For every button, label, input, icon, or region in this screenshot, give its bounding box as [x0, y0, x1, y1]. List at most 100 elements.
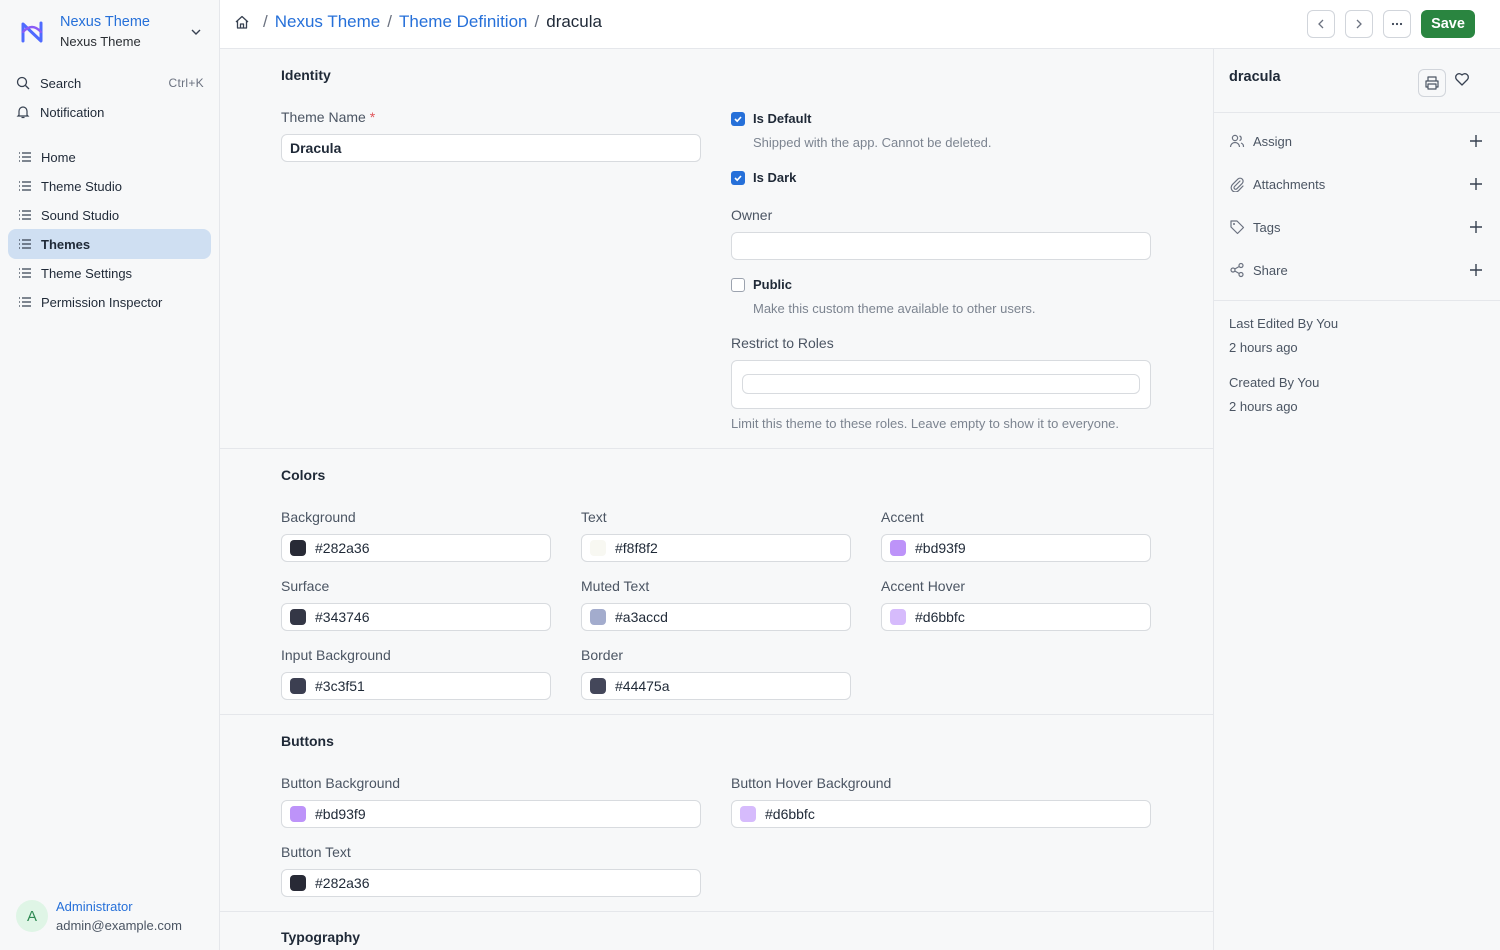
section-title: Buttons [281, 733, 334, 749]
color-value: #343746 [315, 609, 370, 625]
sidebar-item-theme-studio[interactable]: Theme Studio [8, 171, 211, 201]
home-icon[interactable] [234, 14, 250, 30]
button-hover-background-color-input[interactable]: #d6bbfc [731, 800, 1151, 828]
user-menu[interactable]: A Administrator admin@example.com [16, 897, 182, 935]
sidebar-item-permission-inspector[interactable]: Permission Inspector [8, 287, 211, 317]
sidebar-item-theme-settings[interactable]: Theme Settings [8, 258, 211, 288]
color-value: #bd93f9 [915, 540, 966, 556]
created-info: Created By You 2 hours ago [1229, 371, 1319, 419]
printer-icon [1425, 76, 1439, 90]
avatar: A [16, 900, 48, 932]
plus-icon[interactable] [1469, 134, 1483, 148]
brand-subtitle: Nexus Theme [60, 34, 141, 49]
surface-color-input[interactable]: #343746 [281, 603, 551, 631]
typography-section: Typography [220, 912, 1213, 950]
accent-hover-color-input[interactable]: #d6bbfc [881, 603, 1151, 631]
public-checkbox[interactable]: Public [731, 277, 792, 292]
color-swatch[interactable] [890, 540, 906, 556]
next-button[interactable] [1345, 10, 1373, 38]
color-swatch[interactable] [290, 875, 306, 891]
roles-multiselect[interactable] [731, 360, 1151, 409]
share-label: Share [1253, 262, 1288, 278]
chevron-left-icon [1318, 19, 1324, 29]
color-value: #44475a [615, 678, 670, 694]
button-text-color-input[interactable]: #282a36 [281, 869, 701, 897]
color-value: #282a36 [315, 540, 370, 556]
color-swatch[interactable] [290, 609, 306, 625]
color-swatch[interactable] [290, 540, 306, 556]
theme-name-value: Dracula [290, 140, 342, 156]
sidebar-item-themes[interactable]: Themes [8, 229, 211, 259]
tag-icon [1230, 220, 1245, 235]
sidebar-item-label: Permission Inspector [41, 294, 163, 310]
save-button[interactable]: Save [1421, 10, 1475, 38]
theme-name-input[interactable]: Dracula [281, 134, 701, 162]
created-label: Created By You [1229, 375, 1320, 390]
breadcrumb-separator: / [387, 12, 392, 31]
breadcrumb: / Nexus Theme / Theme Definition / dracu… [234, 12, 602, 32]
muted-text-label: Muted Text [581, 578, 650, 594]
search-shortcut: Ctrl+K [168, 76, 204, 90]
color-swatch[interactable] [740, 806, 756, 822]
color-swatch[interactable] [590, 540, 606, 556]
accent-color-input[interactable]: #bd93f9 [881, 534, 1151, 562]
topbar: / Nexus Theme / Theme Definition / dracu… [220, 0, 1500, 49]
bell-icon [16, 106, 30, 119]
check-icon [734, 115, 742, 122]
button-background-label: Button Background [281, 775, 401, 791]
color-swatch[interactable] [590, 678, 606, 694]
plus-icon[interactable] [1469, 177, 1483, 191]
plus-icon[interactable] [1469, 263, 1483, 277]
plus-icon[interactable] [1469, 220, 1483, 234]
breadcrumb-theme-definition[interactable]: Theme Definition [399, 12, 528, 32]
color-swatch[interactable] [290, 806, 306, 822]
is-default-checkbox[interactable]: Is Default [731, 111, 812, 126]
color-value: #bd93f9 [315, 806, 366, 822]
heart-icon[interactable] [1454, 71, 1470, 87]
button-background-color-input[interactable]: #bd93f9 [281, 800, 701, 828]
breadcrumb-current: dracula [546, 12, 602, 31]
list-icon [19, 239, 31, 249]
owner-label: Owner [731, 207, 773, 223]
color-swatch[interactable] [890, 609, 906, 625]
sidebar-item-home[interactable]: Home [8, 142, 211, 172]
divider [1214, 300, 1500, 301]
notification-label: Notification [40, 104, 105, 120]
breadcrumb-separator: / [263, 12, 268, 31]
more-actions-button[interactable] [1383, 10, 1411, 38]
share-row[interactable]: Share [1229, 258, 1489, 282]
text-color-input[interactable]: #f8f8f2 [581, 534, 851, 562]
list-icon [19, 210, 31, 220]
color-swatch[interactable] [290, 678, 306, 694]
border-color-input[interactable]: #44475a [581, 672, 851, 700]
breadcrumb-nexus-theme[interactable]: Nexus Theme [275, 12, 381, 32]
attachments-row[interactable]: Attachments [1229, 172, 1489, 196]
user-email: admin@example.com [56, 918, 182, 933]
accent-label: Accent [881, 509, 924, 525]
notification-button[interactable]: Notification [12, 98, 210, 126]
sidebar-item-label: Theme Settings [41, 265, 133, 281]
owner-input[interactable] [731, 232, 1151, 260]
muted-text-color-input[interactable]: #a3accd [581, 603, 851, 631]
input-background-color-input[interactable]: #3c3f51 [281, 672, 551, 700]
tags-row[interactable]: Tags [1229, 215, 1489, 239]
background-color-input[interactable]: #282a36 [281, 534, 551, 562]
assign-row[interactable]: Assign [1229, 129, 1489, 153]
previous-button[interactable] [1307, 10, 1335, 38]
last-edited-time: 2 hours ago [1229, 340, 1298, 355]
is-dark-checkbox[interactable]: Is Dark [731, 170, 796, 185]
required-marker: * [369, 109, 376, 125]
search-button[interactable]: Search Ctrl+K [12, 69, 210, 97]
sidebar-item-sound-studio[interactable]: Sound Studio [8, 200, 211, 230]
workspace-switcher[interactable]: Nexus Theme Nexus Theme [12, 10, 212, 54]
color-swatch[interactable] [590, 609, 606, 625]
sidebar-item-label: Home [41, 149, 76, 165]
roles-label: Restrict to Roles [731, 335, 834, 351]
accent-hover-label: Accent Hover [881, 578, 966, 594]
attachments-label: Attachments [1253, 176, 1326, 192]
section-title: Colors [281, 467, 326, 483]
surface-label: Surface [281, 578, 330, 594]
print-button[interactable] [1418, 69, 1446, 97]
last-edited-label: Last Edited By You [1229, 316, 1339, 331]
roles-input[interactable] [742, 374, 1140, 394]
